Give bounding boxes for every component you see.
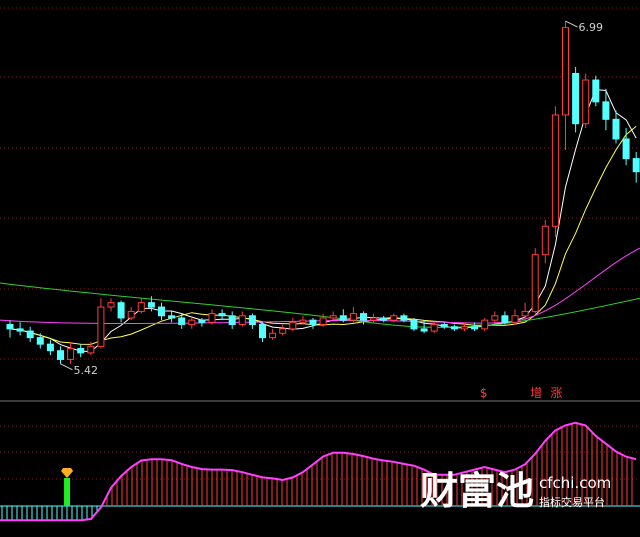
candle-body	[238, 315, 246, 326]
candle-body	[16, 328, 24, 332]
candle-body	[97, 306, 105, 347]
candle-body	[248, 315, 256, 326]
candle-body	[269, 332, 277, 339]
candle-body	[289, 321, 297, 330]
osc-signal-bar	[64, 478, 71, 506]
candle-body	[410, 319, 418, 330]
candle-body	[158, 306, 165, 317]
signal-marker: 涨	[550, 385, 562, 400]
signal-marker: 增	[530, 386, 542, 400]
watermark-logo: 财富池	[420, 469, 534, 513]
stock-chart: 6.99 5.42 $ 增涨 财富池 cfchi.com 指标交易平台	[0, 0, 640, 537]
candle-body	[622, 138, 630, 160]
candle-body	[147, 302, 155, 308]
candle-body	[370, 317, 378, 321]
candle-body	[481, 319, 489, 330]
candle-body	[632, 158, 640, 173]
candle-body	[511, 315, 519, 323]
candle-body	[117, 302, 125, 319]
candle-body	[400, 315, 408, 321]
candle-body	[551, 114, 559, 227]
candle-body	[612, 118, 620, 140]
watermark-url: cfchi.com	[539, 474, 611, 492]
signal-marker: $	[480, 386, 488, 400]
candle-body	[420, 328, 428, 332]
candle-body	[461, 326, 468, 330]
candle-body	[309, 319, 317, 326]
candle-body	[6, 324, 14, 330]
candle-body	[228, 315, 236, 326]
candle-body	[531, 254, 539, 312]
candle-body	[501, 315, 509, 323]
candle-body	[491, 315, 499, 321]
candle-body	[107, 302, 115, 308]
candle-body	[188, 319, 196, 326]
candle-body	[450, 326, 458, 330]
candle-body	[168, 315, 176, 319]
candle-body	[319, 317, 327, 326]
candle-body	[26, 330, 34, 339]
candle-body	[572, 72, 580, 125]
candle-body	[178, 317, 186, 326]
candle-body	[279, 328, 287, 334]
candle-body	[67, 348, 75, 360]
candle-body	[562, 27, 569, 116]
chart-background	[0, 0, 640, 537]
candle-body	[602, 101, 610, 120]
candle-body	[87, 345, 95, 354]
candle-body	[360, 313, 367, 321]
watermark-tagline: 指标交易平台	[539, 495, 605, 509]
candle-body	[339, 315, 347, 321]
watermark: 财富池 cfchi.com 指标交易平台	[420, 469, 611, 513]
candle-body	[259, 324, 266, 339]
candle-body	[198, 319, 206, 323]
candle-body	[521, 310, 529, 317]
candle-body	[329, 315, 337, 319]
low-price-label: 5.42	[74, 364, 99, 377]
candle-body	[57, 350, 64, 360]
candle-body	[380, 317, 388, 321]
candle-body	[299, 319, 307, 323]
candle-body	[390, 315, 398, 321]
candle-body	[36, 337, 44, 345]
high-price-label: 6.99	[579, 21, 604, 34]
candle-body	[46, 343, 54, 352]
candle-body	[592, 79, 600, 103]
candle-body	[541, 225, 549, 256]
candle-body	[137, 302, 145, 312]
candle-body	[208, 313, 216, 323]
candle-body	[77, 348, 85, 354]
candle-body	[127, 310, 135, 319]
candle-body	[218, 313, 226, 317]
candle-body	[440, 324, 448, 328]
candle-body	[349, 313, 357, 321]
candle-body	[471, 326, 479, 330]
candle-body	[582, 79, 590, 125]
candle-body	[430, 324, 438, 332]
